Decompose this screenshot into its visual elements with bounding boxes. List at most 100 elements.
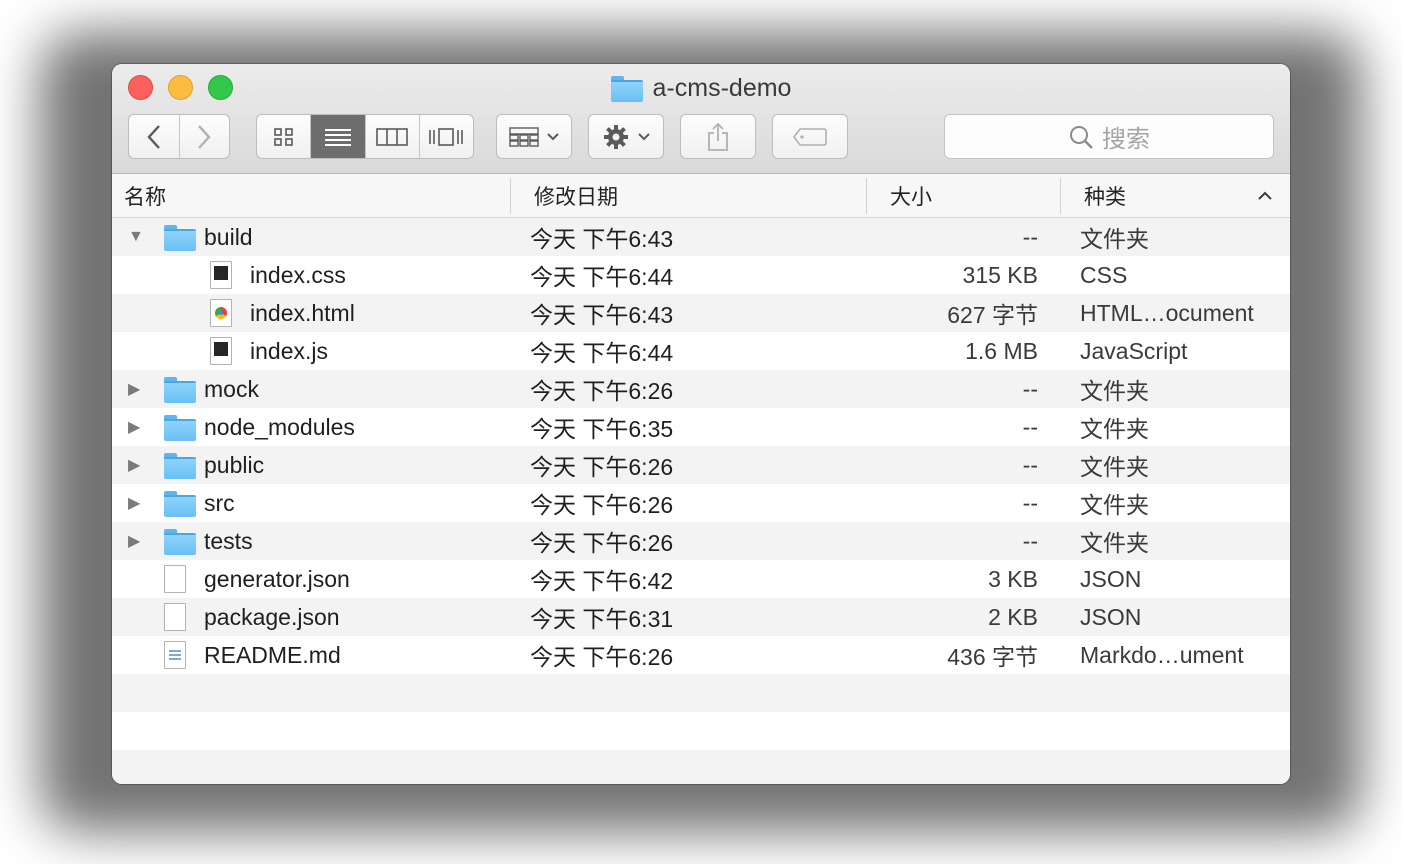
search-placeholder: 搜索	[1102, 126, 1150, 153]
view-mode-control	[256, 114, 474, 159]
gear-icon	[604, 124, 628, 149]
column-header-size[interactable]: 大小	[890, 174, 932, 218]
file-kind: 文件夹	[1080, 492, 1149, 518]
file-kind: CSS	[1080, 261, 1128, 288]
file-size: 627 字节	[947, 302, 1038, 328]
file-row[interactable]: ▶ src 今天 下午6:26 -- 文件夹	[112, 484, 1290, 522]
file-date: 今天 下午6:26	[530, 492, 674, 518]
column-divider[interactable]	[866, 178, 867, 214]
file-size: --	[1022, 527, 1038, 554]
file-size: 2 KB	[988, 603, 1038, 630]
file-row[interactable]: package.json 今天 下午6:31 2 KB JSON	[112, 598, 1290, 636]
file-name: build	[204, 223, 253, 250]
file-row[interactable]: index.html 今天 下午6:43 627 字节 HTML…ocument	[112, 294, 1290, 332]
file-row[interactable]: README.md 今天 下午6:26 436 字节 Markdo…ument	[112, 636, 1290, 674]
file-name: tests	[204, 527, 253, 554]
disclosure-expanded-icon[interactable]: ▼	[128, 218, 144, 256]
file-icon-cell	[164, 522, 196, 560]
arrange-grid-icon	[509, 126, 539, 147]
file-size: 3 KB	[988, 565, 1038, 592]
disclosure-collapsed-icon[interactable]: ▶	[128, 522, 140, 560]
column-view-button[interactable]	[366, 115, 420, 158]
file-kind: JSON	[1080, 603, 1142, 630]
file-icon-cell	[164, 408, 196, 446]
file-icon-cell	[164, 218, 196, 256]
column-header-name[interactable]: 名称	[124, 174, 166, 218]
disclosure-collapsed-icon[interactable]: ▶	[128, 408, 140, 446]
tag-button[interactable]	[772, 114, 848, 159]
tag-icon	[793, 127, 827, 146]
file-row[interactable]: index.js 今天 下午6:44 1.6 MB JavaScript	[112, 332, 1290, 370]
folder-icon	[610, 76, 643, 102]
file-name: node_modules	[204, 413, 355, 440]
file-row[interactable]: ▶ public 今天 下午6:26 -- 文件夹	[112, 446, 1290, 484]
disclosure-collapsed-icon[interactable]: ▶	[128, 446, 140, 484]
file-row[interactable]: ▶ mock 今天 下午6:26 -- 文件夹	[112, 370, 1290, 408]
file-kind: HTML…ocument	[1080, 299, 1254, 326]
file-date: 今天 下午6:43	[530, 302, 674, 328]
file-date: 今天 下午6:42	[530, 568, 674, 594]
chevron-left-icon	[147, 124, 160, 149]
file-kind: 文件夹	[1080, 416, 1149, 442]
file-row[interactable]: ▶ tests 今天 下午6:26 -- 文件夹	[112, 522, 1290, 560]
file-kind: 文件夹	[1080, 226, 1149, 252]
folder-icon	[164, 225, 196, 251]
empty-row	[112, 750, 1290, 784]
back-button[interactable]	[129, 115, 180, 158]
search-field[interactable]: 搜索	[944, 114, 1274, 159]
folder-icon	[164, 491, 196, 517]
file-icon-cell	[164, 484, 196, 522]
file-icon-cell	[210, 332, 232, 370]
column-divider[interactable]	[510, 178, 511, 214]
action-button[interactable]	[588, 114, 664, 159]
file-size: --	[1022, 489, 1038, 516]
file-icon-cell	[164, 598, 186, 636]
markdown-file-icon	[164, 641, 186, 669]
icon-view-button[interactable]	[257, 115, 312, 158]
list-icon	[324, 128, 351, 146]
file-list: ▼ build 今天 下午6:43 -- 文件夹 index.css 今天 下午6:44 31…	[112, 218, 1290, 784]
file-size: 1.6 MB	[965, 337, 1038, 364]
file-row[interactable]: ▼ build 今天 下午6:43 -- 文件夹	[112, 218, 1290, 256]
column-header-kind[interactable]: 种类	[1084, 174, 1126, 218]
file-row[interactable]: generator.json 今天 下午6:42 3 KB JSON	[112, 560, 1290, 598]
sort-ascending-icon	[1258, 174, 1272, 218]
arrange-button[interactable]	[496, 114, 572, 159]
file-name: src	[204, 489, 235, 516]
file-date: 今天 下午6:44	[530, 340, 674, 366]
folder-icon	[164, 453, 196, 479]
forward-button[interactable]	[180, 115, 230, 158]
file-size: --	[1022, 223, 1038, 250]
file-kind: Markdo…ument	[1080, 641, 1244, 668]
column-header-date[interactable]: 修改日期	[534, 174, 618, 218]
file-name: index.js	[250, 337, 328, 364]
file-size: --	[1022, 451, 1038, 478]
column-divider[interactable]	[1060, 178, 1061, 214]
list-view-button[interactable]	[311, 115, 366, 158]
finder-window: a-cms-demo 搜索 名称 修改日期 大小 种类 ▼ build 今天 下…	[112, 64, 1290, 784]
chevron-right-icon	[198, 124, 211, 149]
folder-icon	[164, 377, 196, 403]
window-title: a-cms-demo	[112, 72, 1290, 104]
file-kind: JavaScript	[1080, 337, 1188, 364]
file-row[interactable]: ▶ node_modules 今天 下午6:35 -- 文件夹	[112, 408, 1290, 446]
file-row[interactable]: index.css 今天 下午6:44 315 KB CSS	[112, 256, 1290, 294]
cover-flow-view-button[interactable]	[420, 115, 473, 158]
column-header: 名称 修改日期 大小 种类	[112, 174, 1290, 218]
disclosure-collapsed-icon[interactable]: ▶	[128, 370, 140, 408]
disclosure-collapsed-icon[interactable]: ▶	[128, 484, 140, 522]
navigation-buttons	[128, 114, 230, 159]
file-kind: JSON	[1080, 565, 1142, 592]
file-name: index.css	[250, 261, 346, 288]
share-button[interactable]	[680, 114, 756, 159]
file-date: 今天 下午6:44	[530, 264, 674, 290]
chevron-down-icon	[547, 132, 559, 140]
file-date: 今天 下午6:26	[530, 454, 674, 480]
file-size: 436 字节	[947, 644, 1038, 670]
file-date: 今天 下午6:26	[530, 530, 674, 556]
cover-flow-icon	[429, 127, 464, 146]
file-name: generator.json	[204, 565, 350, 592]
file-name: README.md	[204, 641, 341, 668]
file-size: 315 KB	[962, 261, 1038, 288]
file-name: index.html	[250, 299, 355, 326]
